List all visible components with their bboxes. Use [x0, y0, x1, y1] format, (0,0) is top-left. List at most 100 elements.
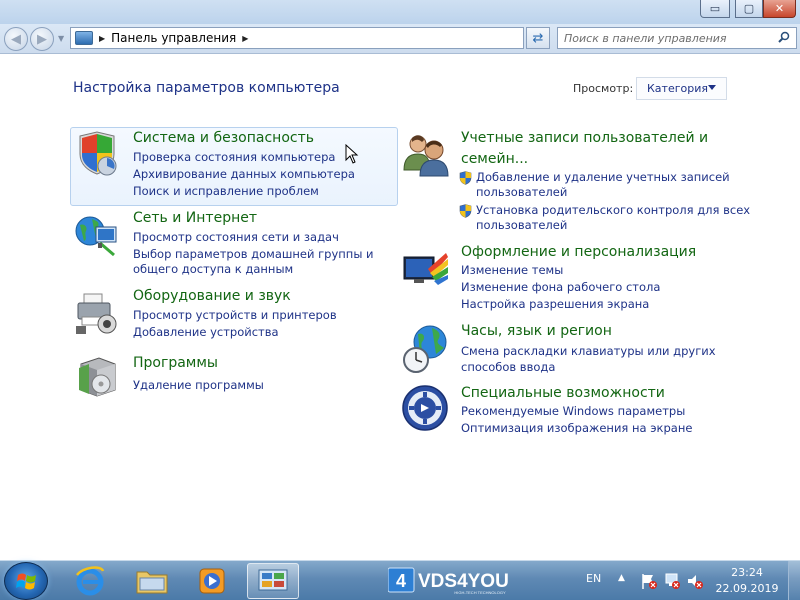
uac-shield-icon — [459, 204, 472, 218]
programs-box-icon — [79, 357, 116, 397]
category-system-security[interactable]: Система и безопасность Проверка состояни… — [70, 127, 398, 206]
taskbar-media-player[interactable] — [186, 563, 238, 599]
link-change-desktop-background[interactable]: Изменение фона рабочего стола — [461, 279, 660, 295]
category-title-user-accounts-line2[interactable]: семейн... — [461, 151, 528, 167]
category-user-accounts[interactable]: Учетные записи пользователей и семейн...… — [399, 128, 750, 234]
start-button[interactable] — [4, 562, 48, 600]
printer-icon — [76, 293, 117, 334]
minimize-icon: ▭ — [709, 2, 721, 15]
clock-time: 23:24 — [731, 566, 763, 579]
category-title-user-accounts-line1[interactable]: Учетные записи пользователей и — [461, 130, 708, 146]
network-globe-icon — [75, 216, 117, 257]
link-uninstall-program[interactable]: Удаление программы — [133, 377, 264, 393]
control-panel-icon — [75, 31, 93, 45]
category-title-ease-of-access[interactable]: Специальные возможности — [461, 385, 665, 401]
uac-shield-icon — [459, 171, 472, 185]
breadcrumb-chevron-icon[interactable]: ▶ — [242, 34, 248, 43]
category-title-hardware-sound[interactable]: Оборудование и звук — [133, 288, 291, 304]
category-ease-of-access[interactable]: Специальные возможности Рекомендуемые Wi… — [399, 384, 729, 440]
close-icon: ✕ — [774, 2, 785, 15]
system-clock[interactable]: 23:24 22.09.2019 — [714, 565, 780, 597]
taskbar-control-panel[interactable] — [247, 563, 299, 599]
recent-pages-button[interactable]: ▼ — [58, 34, 64, 43]
forward-button[interactable]: ▶ — [30, 27, 54, 51]
brand-name: VDS4YOU — [418, 571, 509, 592]
show-desktop-button[interactable] — [788, 561, 800, 600]
accessibility-icon — [402, 385, 448, 431]
action-center-flag-icon[interactable] — [640, 572, 658, 590]
view-by-dropdown[interactable]: Категория — [636, 77, 727, 100]
search-input[interactable] — [564, 31, 769, 45]
show-hidden-icons-button[interactable]: ▲ — [618, 573, 625, 583]
link-input-methods[interactable]: способов ввода — [461, 359, 555, 375]
link-devices-printers[interactable]: Просмотр устройств и принтеров — [133, 307, 337, 323]
taskbar-windows-explorer[interactable] — [126, 563, 178, 599]
windows-logo-icon — [16, 573, 36, 590]
network-status-icon[interactable] — [663, 572, 681, 590]
maximize-button[interactable]: ▢ — [735, 0, 763, 18]
control-panel-icon — [258, 569, 288, 591]
breadcrumb-control-panel[interactable]: Панель управления — [111, 31, 236, 45]
internet-explorer-icon — [76, 566, 105, 596]
minimize-button[interactable]: ▭ — [700, 0, 730, 18]
navigation-bar: ◀ ▶ ▼ ▶ Панель управления ▶ ▼ ⇄ — [0, 24, 800, 54]
search-box[interactable] — [557, 27, 797, 49]
link-change-theme[interactable]: Изменение темы — [461, 262, 563, 278]
taskbar: 4 VDS4YOU HIGH-TECH TECHNOLOGY EN ▲ 23:2… — [0, 560, 800, 600]
category-title-clock-language-region[interactable]: Часы, язык и регион — [461, 323, 612, 339]
link-parental-controls-text: Установка родительского контроля для все… — [476, 203, 751, 217]
forward-arrow-icon: ▶ — [37, 31, 47, 47]
title-bar[interactable]: ▭ ▢ ✕ — [0, 0, 800, 24]
close-button[interactable]: ✕ — [763, 0, 796, 18]
category-network-internet[interactable]: Сеть и Интернет Просмотр состояния сети … — [71, 209, 391, 279]
back-arrow-icon: ◀ — [11, 31, 21, 47]
link-recommended-settings[interactable]: Рекомендуемые Windows параметры — [461, 403, 685, 419]
refresh-icon: ⇄ — [532, 30, 544, 46]
clock-date: 22.09.2019 — [715, 582, 779, 595]
category-appearance[interactable]: Оформление и персонализация Изменение те… — [399, 243, 729, 315]
brand-prefix: 4 — [396, 571, 406, 591]
category-title-system-security[interactable]: Система и безопасность — [133, 130, 314, 146]
category-title-appearance[interactable]: Оформление и персонализация — [461, 244, 696, 260]
link-change-keyboard[interactable]: Смена раскладки клавиатуры или других — [461, 343, 716, 359]
language-indicator[interactable]: EN — [586, 572, 601, 585]
category-title-programs[interactable]: Программы — [133, 355, 218, 371]
page-title: Настройка параметров компьютера — [73, 80, 340, 96]
view-by-value: Категория — [647, 82, 708, 95]
link-sharing-options[interactable]: общего доступа к данным — [133, 261, 293, 277]
search-icon[interactable] — [778, 31, 790, 43]
link-homegroup-options[interactable]: Выбор параметров домашней группы и — [133, 246, 374, 262]
view-by-label: Просмотр: — [573, 82, 634, 95]
personalization-monitor-icon — [403, 253, 448, 285]
link-add-remove-accounts[interactable]: Добавление и удаление учетных записей — [459, 169, 730, 185]
chevron-down-icon — [708, 85, 716, 90]
back-button[interactable]: ◀ — [4, 27, 28, 51]
refresh-button[interactable]: ⇄ — [526, 27, 550, 49]
link-adjust-screen-resolution[interactable]: Настройка разрешения экрана — [461, 296, 649, 312]
folder-icon — [136, 571, 168, 594]
category-title-network-internet[interactable]: Сеть и Интернет — [133, 210, 257, 226]
link-troubleshoot-problems[interactable]: Поиск и исправление проблем — [133, 183, 319, 199]
taskbar-internet-explorer[interactable] — [64, 563, 116, 599]
link-network-status[interactable]: Просмотр состояния сети и задач — [133, 229, 339, 245]
control-panel-window: ▭ ▢ ✕ ◀ ▶ ▼ ▶ Панель управления ▶ ▼ ⇄ — [0, 0, 800, 560]
category-hardware-sound[interactable]: Оборудование и звук Просмотр устройств и… — [71, 287, 391, 343]
link-add-remove-accounts-cont[interactable]: пользователей — [476, 184, 567, 200]
link-add-device[interactable]: Добавление устройства — [133, 324, 279, 340]
category-clock-language-region[interactable]: Часы, язык и регион Смена раскладки клав… — [399, 322, 729, 378]
link-parental-controls-cont[interactable]: пользователей — [476, 217, 567, 233]
link-backup-computer[interactable]: Архивирование данных компьютера — [133, 166, 355, 182]
category-programs[interactable]: Программы Удаление программы — [71, 354, 391, 404]
maximize-icon: ▢ — [743, 2, 755, 15]
link-check-computer-status[interactable]: Проверка состояния компьютера — [133, 149, 335, 165]
breadcrumb-separator-icon[interactable]: ▶ — [99, 34, 105, 43]
vds4you-logo-graphic: 4 VDS4YOU HIGH-TECH TECHNOLOGY — [387, 567, 509, 595]
volume-muted-icon[interactable] — [686, 572, 704, 590]
brand-tagline: HIGH-TECH TECHNOLOGY — [454, 590, 506, 595]
users-icon — [403, 135, 449, 177]
link-parental-controls[interactable]: Установка родительского контроля для все… — [459, 202, 750, 218]
address-bar[interactable]: ▶ Панель управления ▶ ▼ — [70, 27, 585, 49]
vds4you-logo: 4 VDS4YOU HIGH-TECH TECHNOLOGY — [387, 567, 544, 595]
media-player-icon — [199, 568, 225, 594]
link-optimize-visual-display[interactable]: Оптимизация изображения на экране — [461, 420, 692, 436]
